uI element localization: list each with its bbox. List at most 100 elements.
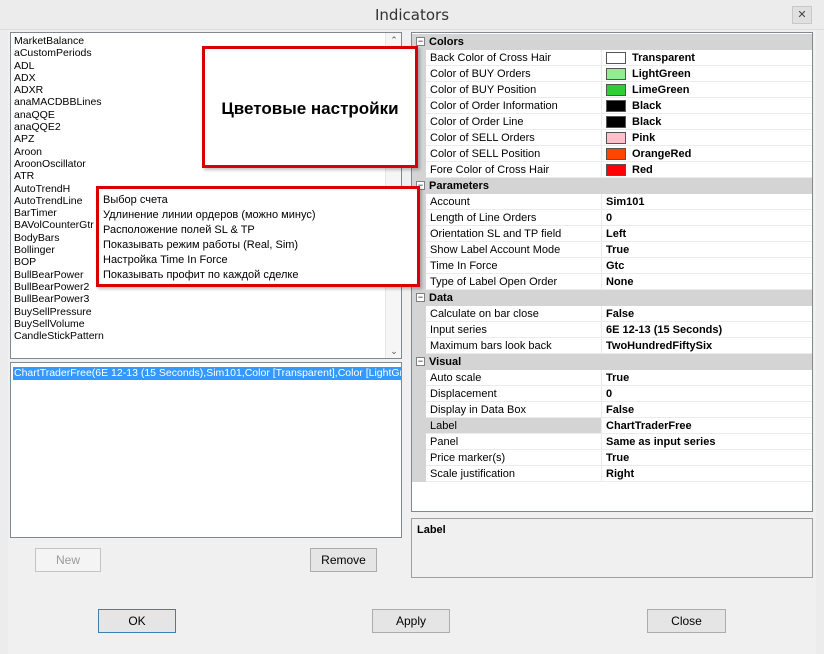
property-row[interactable]: Show Label Account Mode True	[412, 242, 812, 258]
property-row[interactable]: Scale justification Right	[412, 466, 812, 482]
indicator-list-item[interactable]: anaQQE	[14, 109, 104, 121]
scroll-down-icon[interactable]: ⌄	[386, 344, 401, 358]
indicator-list-item[interactable]: ADXR	[14, 84, 104, 96]
property-value[interactable]: Left	[602, 226, 812, 242]
property-value[interactable]: 0	[602, 386, 812, 402]
indicator-list-item[interactable]: BOP	[14, 256, 104, 268]
indicator-list-item[interactable]: anaMACDBBLines	[14, 96, 104, 108]
indicator-list-item[interactable]: aCustomPeriods	[14, 47, 104, 59]
indicator-list-item[interactable]: BarTimer	[14, 207, 104, 219]
indicator-list-item[interactable]: BuySellVolume	[14, 318, 104, 330]
property-value[interactable]: Sim101	[602, 194, 812, 210]
property-row[interactable]: Displacement 0	[412, 386, 812, 402]
property-row[interactable]: Back Color of Cross Hair Transparent	[412, 50, 812, 66]
new-button[interactable]: New	[35, 548, 101, 572]
property-row[interactable]: Color of SELL Position OrangeRed	[412, 146, 812, 162]
indicator-list-item[interactable]: Bollinger	[14, 244, 104, 256]
indicator-list-item[interactable]: AroonOscillator	[14, 158, 104, 170]
indicator-list-item[interactable]: BullBearPower2	[14, 281, 104, 293]
property-value[interactable]: Same as input series	[602, 434, 812, 450]
property-value[interactable]: True	[602, 242, 812, 258]
indicator-list-item[interactable]: MarketBalance	[14, 35, 104, 47]
property-value[interactable]: TwoHundredFiftySix	[602, 338, 812, 354]
row-gutter	[412, 450, 426, 466]
property-row[interactable]: Orientation SL and TP field Left	[412, 226, 812, 242]
property-row[interactable]: Time In Force Gtc	[412, 258, 812, 274]
property-value-text: Red	[632, 164, 653, 176]
property-row[interactable]: Color of BUY Orders LightGreen	[412, 66, 812, 82]
applied-indicators-list[interactable]: ChartTraderFree(6E 12-13 (15 Seconds),Si…	[10, 362, 402, 538]
category-colors[interactable]: − Colors	[412, 34, 812, 50]
property-value[interactable]: Black	[602, 98, 812, 114]
property-value[interactable]: Black	[602, 114, 812, 130]
property-row[interactable]: Price marker(s) True	[412, 450, 812, 466]
property-row[interactable]: Color of Order Line Black	[412, 114, 812, 130]
indicator-list-item[interactable]: BAVolCounterGtr	[14, 219, 104, 231]
property-value[interactable]: Gtc	[602, 258, 812, 274]
collapse-icon[interactable]: −	[416, 293, 425, 302]
indicator-list-item[interactable]: BullBearPower3	[14, 293, 104, 305]
property-value[interactable]: Red	[602, 162, 812, 178]
property-row[interactable]: Calculate on bar close False	[412, 306, 812, 322]
category-data[interactable]: − Data	[412, 290, 812, 306]
indicator-list-item[interactable]: ADX	[14, 72, 104, 84]
property-row[interactable]: Input series 6E 12-13 (15 Seconds)	[412, 322, 812, 338]
property-value[interactable]: True	[602, 370, 812, 386]
indicator-list-item[interactable]: ATR	[14, 170, 104, 182]
property-row[interactable]: Color of Order Information Black	[412, 98, 812, 114]
property-row[interactable]: Length of Line Orders 0	[412, 210, 812, 226]
ok-button[interactable]: OK	[98, 609, 176, 633]
property-row[interactable]: Auto scale True	[412, 370, 812, 386]
property-row[interactable]: Maximum bars look back TwoHundredFiftySix	[412, 338, 812, 354]
property-value[interactable]: LimeGreen	[602, 82, 812, 98]
remove-button[interactable]: Remove	[310, 548, 377, 572]
property-value[interactable]: True	[602, 450, 812, 466]
applied-indicator-item[interactable]: ChartTraderFree(6E 12-13 (15 Seconds),Si…	[13, 367, 401, 380]
annotation-line: Расположение полей SL & TP	[103, 224, 255, 236]
property-row[interactable]: Color of SELL Orders Pink	[412, 130, 812, 146]
property-value[interactable]: Right	[602, 466, 812, 482]
property-description-title: Label	[417, 524, 446, 536]
category-label: Data	[429, 292, 453, 304]
property-value[interactable]: None	[602, 274, 812, 290]
collapse-icon[interactable]: −	[416, 37, 425, 46]
property-value[interactable]: Pink	[602, 130, 812, 146]
indicator-list-item[interactable]: BullBearPower	[14, 269, 104, 281]
collapse-icon[interactable]: −	[416, 357, 425, 366]
property-value[interactable]: False	[602, 402, 812, 418]
row-gutter	[412, 338, 426, 354]
property-value[interactable]: ChartTraderFree	[602, 418, 812, 434]
property-value[interactable]: Transparent	[602, 50, 812, 66]
property-value[interactable]: LightGreen	[602, 66, 812, 82]
window-close-icon[interactable]: ✕	[792, 6, 812, 24]
property-row[interactable]: Type of Label Open Order None	[412, 274, 812, 290]
category-parameters[interactable]: − Parameters	[412, 178, 812, 194]
property-row[interactable]: Panel Same as input series	[412, 434, 812, 450]
property-row[interactable]: Account Sim101	[412, 194, 812, 210]
indicator-list-item[interactable]: Aroon	[14, 146, 104, 158]
property-value[interactable]: OrangeRed	[602, 146, 812, 162]
indicator-list-item[interactable]: AutoTrendH	[14, 183, 104, 195]
property-row[interactable]: Display in Data Box False	[412, 402, 812, 418]
close-button[interactable]: Close	[647, 609, 726, 633]
row-gutter	[412, 418, 426, 434]
property-value[interactable]: 6E 12-13 (15 Seconds)	[602, 322, 812, 338]
indicator-list-item[interactable]: ADL	[14, 60, 104, 72]
indicator-list-item[interactable]: BodyBars	[14, 232, 104, 244]
row-gutter	[412, 306, 426, 322]
property-row[interactable]: Label ChartTraderFree	[412, 418, 812, 434]
scroll-up-icon[interactable]: ⌃	[386, 33, 401, 47]
indicator-list-item[interactable]: AutoTrendLine	[14, 195, 104, 207]
property-value[interactable]: 0	[602, 210, 812, 226]
apply-button[interactable]: Apply	[372, 609, 450, 633]
property-value-text: OrangeRed	[632, 148, 692, 160]
category-visual[interactable]: − Visual	[412, 354, 812, 370]
property-grid[interactable]: − Colors Back Color of Cross Hair Transpare…	[411, 32, 813, 512]
property-row[interactable]: Fore Color of Cross Hair Red	[412, 162, 812, 178]
indicator-list-item[interactable]: BuySellPressure	[14, 306, 104, 318]
indicator-list-item[interactable]: APZ	[14, 133, 104, 145]
property-value[interactable]: False	[602, 306, 812, 322]
indicator-list-item[interactable]: anaQQE2	[14, 121, 104, 133]
indicator-list-item[interactable]: CandleStickPattern	[14, 330, 104, 342]
property-row[interactable]: Color of BUY Position LimeGreen	[412, 82, 812, 98]
